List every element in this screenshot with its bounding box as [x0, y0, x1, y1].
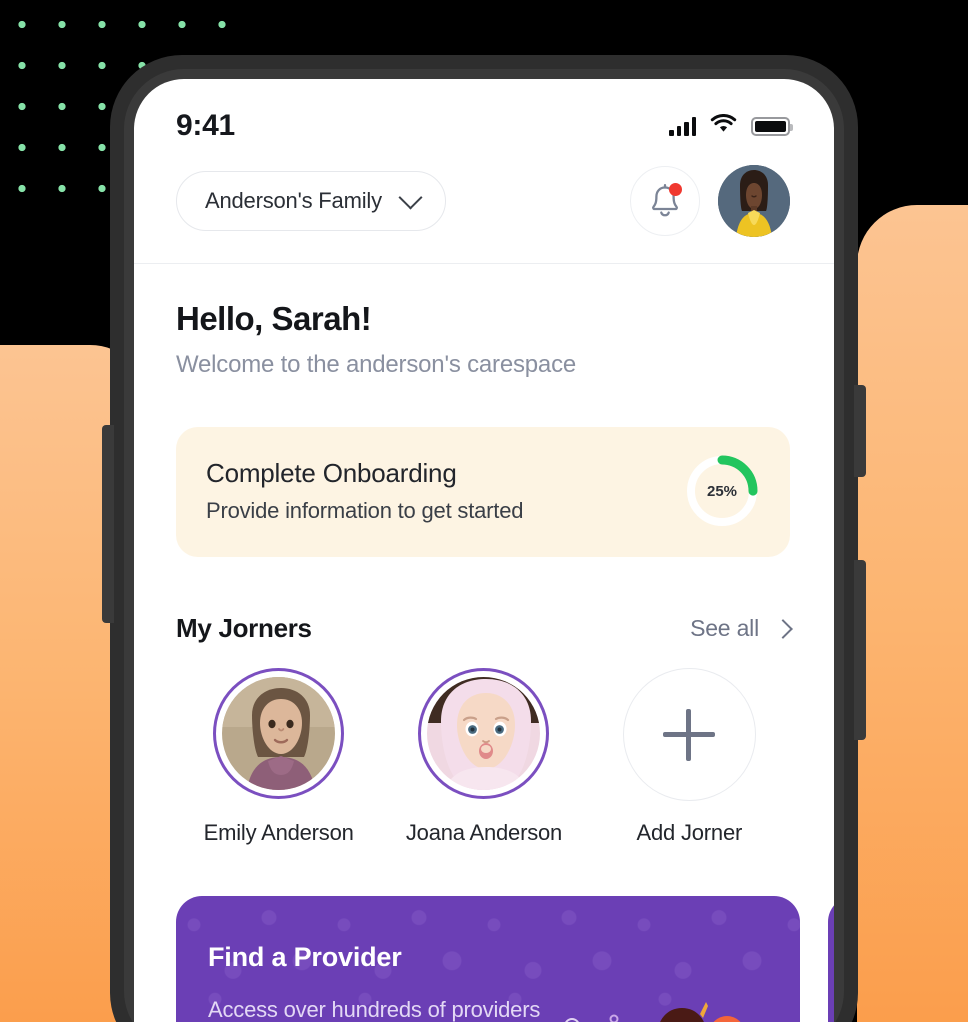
page-title: Hello, Sarah! [176, 300, 372, 337]
provider-card-body [828, 896, 834, 942]
jorner-item-joana[interactable]: Joana Anderson [381, 668, 586, 846]
add-jorner-button[interactable]: Add Jorner [587, 668, 792, 846]
add-jorner-circle [622, 668, 756, 801]
status-icons [669, 113, 793, 139]
phone-screen: 9:41 Anderson's Family Hello, Sarah! Wel… [134, 79, 834, 1022]
provider-card-body: Find a Provider Access over hundreds of … [176, 896, 576, 1022]
header-actions [630, 165, 790, 237]
jorners-list: Emily Anderson Joana Anderson Add Jorner [134, 668, 834, 846]
jorners-section-header: My Jorners See all [176, 613, 793, 644]
jorner-item-emily[interactable]: Emily Anderson [176, 668, 381, 846]
jorner-avatar-ring [213, 668, 345, 799]
family-selector-dropdown[interactable]: Anderson's Family [176, 171, 446, 231]
girl-portrait [222, 677, 336, 790]
orange-blob-right-decoration [857, 205, 968, 1022]
onboarding-text: Complete Onboarding Provide information … [206, 458, 523, 524]
chevron-right-icon [773, 618, 793, 639]
person-with-glasses-illustration [552, 986, 792, 1022]
greeting-subtitle: Welcome to the anderson's carespace [176, 351, 577, 378]
notification-bell-button[interactable] [630, 166, 700, 236]
provider-card-title: Find a Provider [208, 942, 402, 972]
onboarding-title: Complete Onboarding [206, 458, 457, 488]
jorner-avatar-ring [418, 668, 550, 799]
status-bar: 9:41 [134, 79, 834, 151]
onboarding-card[interactable]: Complete Onboarding Provide information … [176, 427, 790, 557]
onboarding-progress-ring: 25% [684, 453, 760, 529]
greeting-section: Hello, Sarah! Welcome to the anderson's … [134, 264, 834, 379]
see-all-label: See all [690, 615, 759, 641]
status-time: 9:41 [176, 109, 235, 142]
add-jorner-label: Add Jorner [636, 820, 743, 845]
family-selector-label: Anderson's Family [205, 188, 382, 213]
jorners-section-title: My Jorners [176, 613, 312, 643]
jorner-name: Emily Anderson [203, 820, 354, 845]
app-header: Anderson's Family [134, 151, 834, 264]
power-button[interactable] [854, 560, 866, 740]
cellular-signal-icon [669, 116, 696, 136]
chevron-down-icon [398, 185, 423, 210]
provider-carousel[interactable]: Find a Provider Access over hundreds of … [134, 896, 834, 1022]
side-button-top[interactable] [854, 385, 866, 477]
jorner-name: Joana Anderson [405, 820, 563, 845]
baby-portrait [427, 677, 541, 790]
battery-full-icon [751, 116, 793, 136]
phone-mockup-frame: 9:41 Anderson's Family Hello, Sarah! Wel… [102, 55, 866, 1022]
wifi-icon [710, 113, 737, 139]
notification-badge [669, 183, 682, 196]
see-all-link[interactable]: See all [690, 615, 793, 642]
provider-card-description: Access over hundreds of providers across… [208, 997, 541, 1022]
progress-percent-label: 25% [706, 482, 738, 500]
provider-card-find-a-provider[interactable]: Find a Provider Access over hundreds of … [176, 896, 800, 1022]
plus-icon [663, 708, 716, 761]
provider-card-next[interactable] [828, 896, 834, 1022]
user-avatar[interactable] [718, 165, 790, 237]
volume-button[interactable] [102, 425, 114, 623]
onboarding-subtitle: Provide information to get started [206, 498, 524, 523]
